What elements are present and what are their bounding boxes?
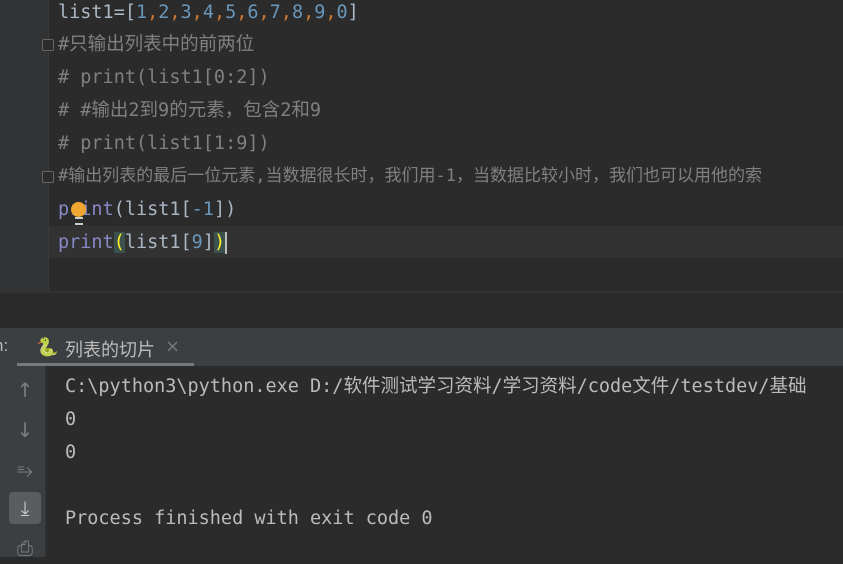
code-punct: , — [213, 2, 226, 23]
code-line-4: # #输出2到9的元素，包含2和9 — [58, 100, 321, 121]
run-label: n: — [0, 336, 9, 355]
code-text: list1[ — [124, 232, 192, 253]
code-number: -1 — [191, 199, 214, 220]
code-number: 3 — [180, 2, 192, 23]
code-line-1: list1=[1,2,3,4,5,6,7,8,9,0] — [58, 0, 359, 29]
code-punct: , — [303, 2, 315, 23]
code-punct: , — [147, 2, 159, 23]
matched-bracket: ) — [213, 232, 226, 253]
tab-run-config[interactable]: 🐍 列表的切片 × — [17, 328, 194, 366]
code-number: 2 — [158, 2, 170, 23]
code-punct: , — [236, 2, 248, 23]
python-icon: 🐍 — [36, 337, 59, 358]
code-line-2: #只输出列表中的前两位 — [58, 34, 255, 55]
code-number: 4 — [202, 2, 214, 23]
run-toolbar: ↑ ↓ ⥱ ⤓ ⎙ — [0, 366, 46, 560]
code-number: 9 — [191, 232, 203, 253]
code-keyword: print — [58, 232, 114, 253]
close-icon[interactable]: × — [165, 336, 180, 357]
tab-label: 列表的切片 — [65, 340, 155, 361]
console-output[interactable]: C:\python3\python.exe D:/软件测试学习资料/学习资料/c… — [46, 366, 843, 557]
code-text: list1=[ — [58, 2, 136, 23]
code-text: ]) — [213, 199, 237, 220]
code-line-8: print(list1[9]) — [58, 226, 228, 259]
matched-bracket: ( — [113, 232, 125, 253]
code-line-5: # print(list1[1:9]) — [58, 133, 270, 154]
code-editor[interactable]: list1=[1,2,3,4,5,6,7,8,9,0] #只输出列表中的前两位 … — [0, 0, 843, 291]
code-punct: , — [169, 2, 181, 23]
code-number: 9 — [314, 2, 326, 23]
code-punct: , — [280, 2, 292, 23]
lightbulb-icon[interactable] — [71, 202, 86, 225]
code-punct: , — [258, 2, 270, 23]
code-text: ] — [202, 232, 214, 253]
code-number: 0 — [336, 2, 348, 23]
fold-icon[interactable] — [42, 171, 54, 183]
console-line: Process finished with exit code 0 — [65, 508, 433, 529]
code-text: ] — [347, 2, 359, 23]
run-tab-bar: n: 🐍 列表的切片 × — [0, 328, 843, 366]
code-number: 1 — [135, 2, 148, 23]
arrow-up-icon[interactable]: ↑ — [9, 374, 41, 406]
code-line-3: # print(list1[0:2]) — [58, 67, 270, 88]
code-punct: , — [325, 2, 337, 23]
text-caret — [225, 232, 228, 254]
fold-icon[interactable] — [42, 39, 54, 51]
console-line: 0 — [65, 409, 77, 430]
arrow-down-icon[interactable]: ↓ — [9, 414, 41, 446]
code-number: 6 — [247, 2, 259, 23]
code-line-6: #输出列表的最后一位元素,当数据很长时，我们用-1，当数据比较小时，我们也可以用… — [58, 166, 762, 186]
soft-wrap-icon[interactable]: ⥱ — [9, 454, 41, 486]
code-number: 8 — [291, 2, 304, 23]
panel-divider[interactable] — [0, 291, 843, 330]
code-punct: , — [191, 2, 203, 23]
console-line: 0 — [65, 442, 77, 463]
console-line: C:\python3\python.exe D:/软件测试学习资料/学习资料/c… — [65, 376, 807, 397]
code-text: (list1[ — [113, 199, 192, 220]
print-icon[interactable]: ⎙ — [9, 532, 41, 564]
code-number: 5 — [225, 2, 237, 23]
code-number: 7 — [269, 2, 281, 23]
scroll-to-end-icon[interactable]: ⤓ — [9, 492, 41, 524]
